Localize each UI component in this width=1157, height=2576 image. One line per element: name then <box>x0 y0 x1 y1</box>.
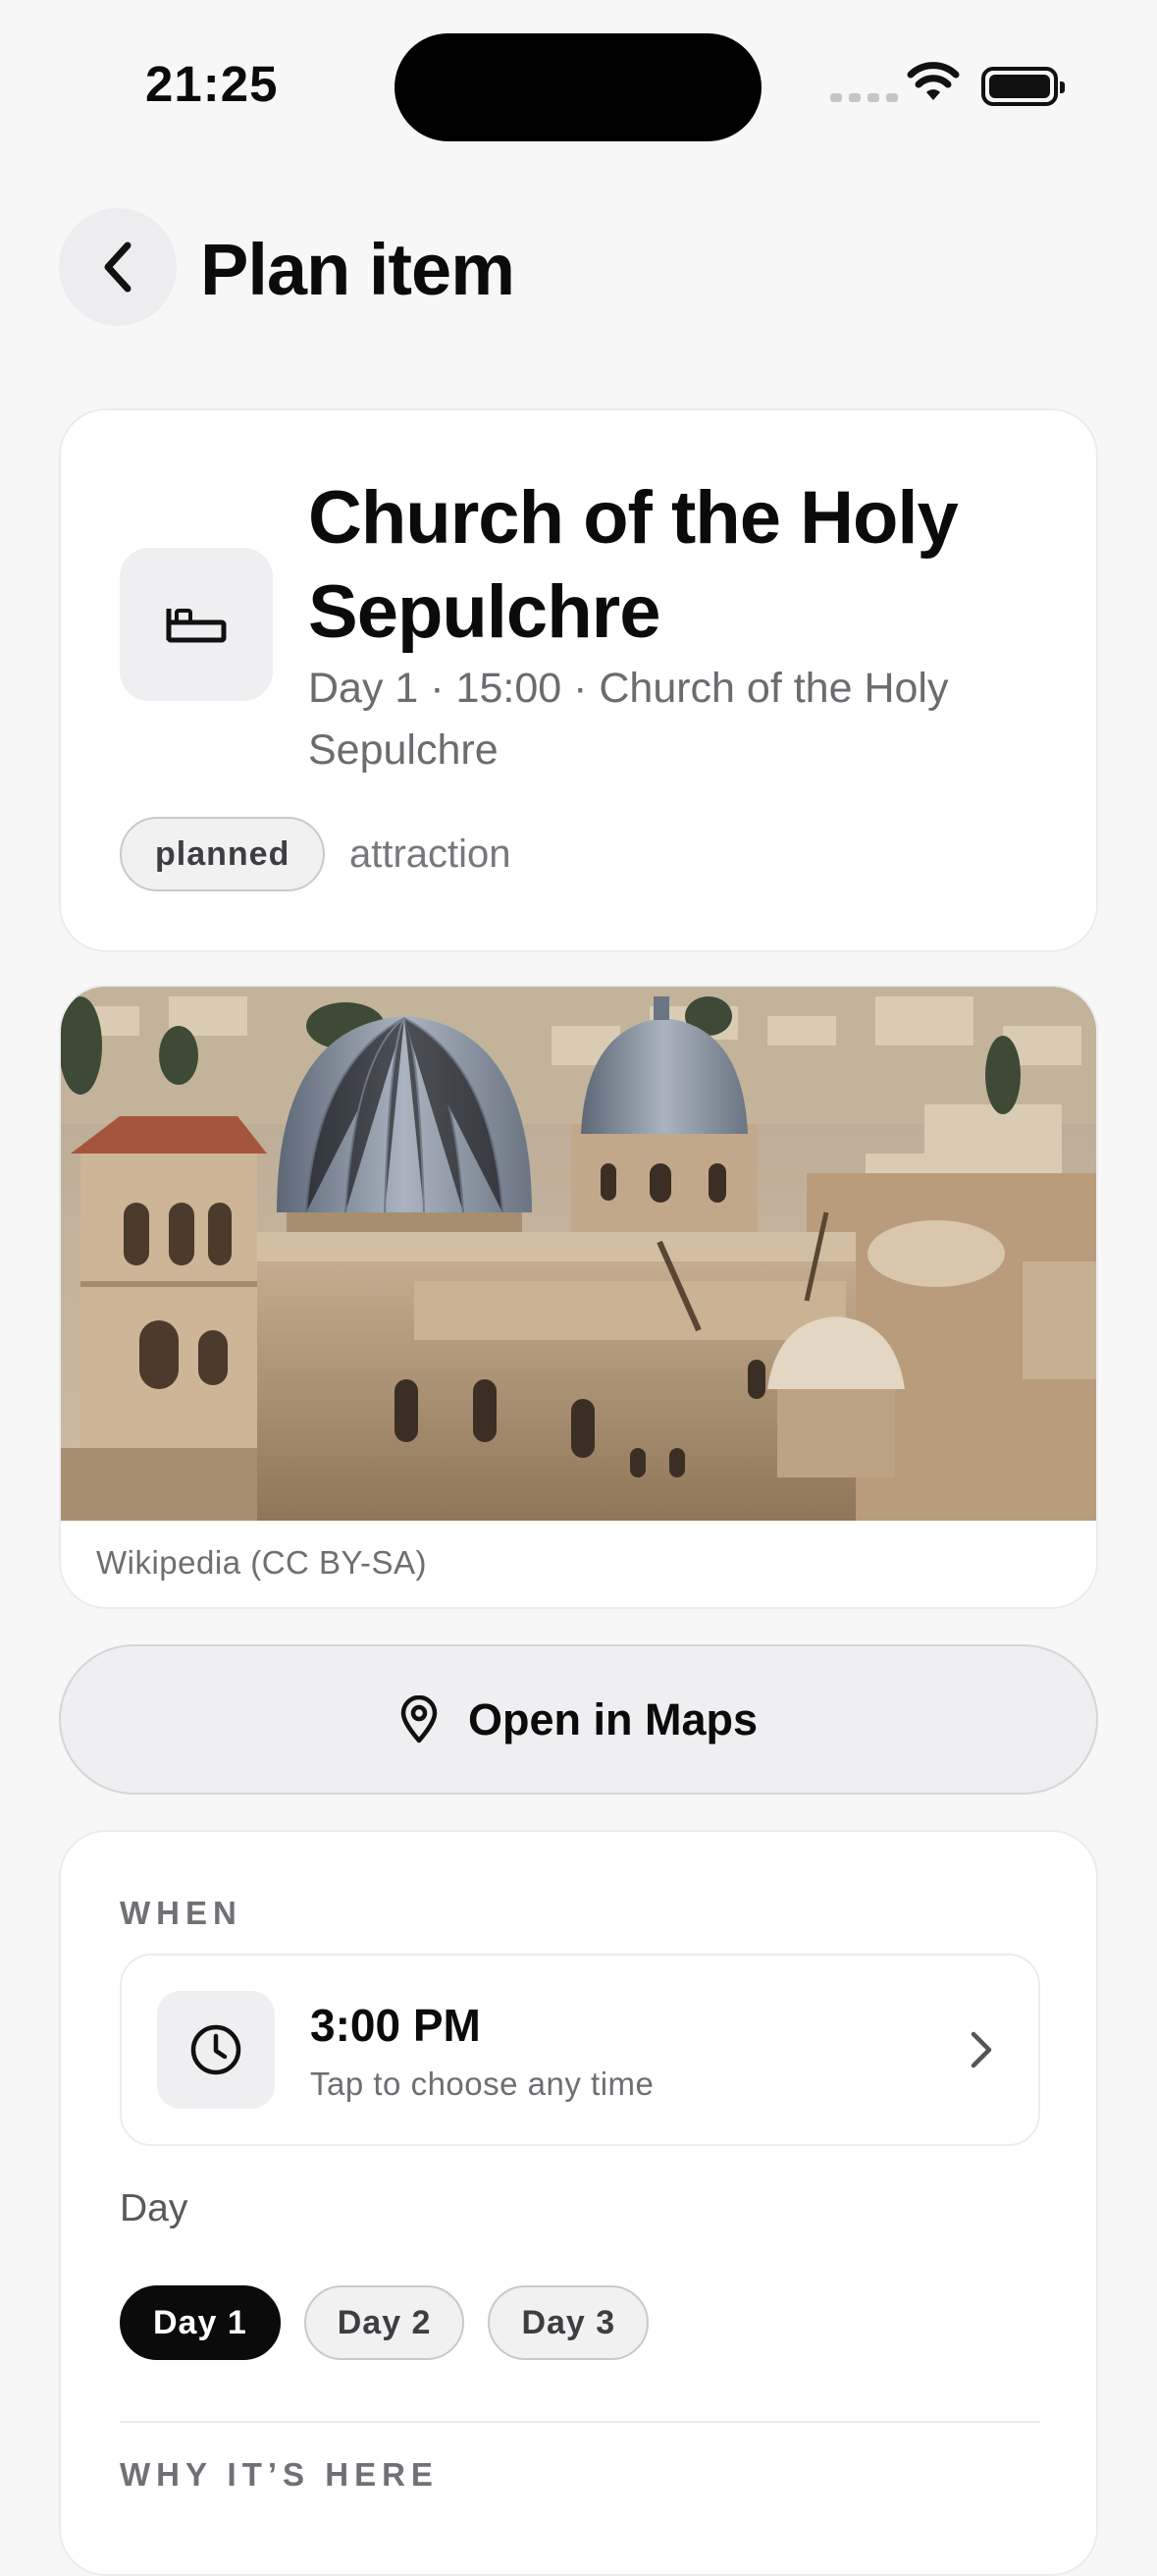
day-selector: Day 1 Day 2 Day 3 <box>120 2285 650 2360</box>
back-button[interactable] <box>59 208 177 326</box>
clock-icon-box <box>157 1991 275 2109</box>
wifi-icon <box>907 62 960 100</box>
cellular-signal-icon <box>830 93 898 102</box>
status-time: 21:25 <box>145 56 279 112</box>
day-chip-2[interactable]: Day 2 <box>303 2285 465 2360</box>
dynamic-island <box>394 33 762 141</box>
status-badge: planned <box>120 817 326 891</box>
status-bar: 21:25 <box>0 0 1157 167</box>
time-value: 3:00 PM <box>310 2000 481 2051</box>
time-hint: Tap to choose any time <box>310 2066 655 2102</box>
place-subtitle: Day 1 · 15:00 · Church of the Holy Sepul… <box>308 665 949 774</box>
open-in-maps-button[interactable]: Open in Maps <box>59 1644 1098 1795</box>
day-label: Day <box>120 2187 188 2229</box>
map-pin-icon <box>400 1694 438 1743</box>
when-card: WHEN 3:00 PM Tap to choose any time Day … <box>59 1830 1098 2576</box>
day-chip-3[interactable]: Day 3 <box>488 2285 650 2360</box>
open-in-maps-label: Open in Maps <box>467 1693 759 1744</box>
chevron-right-icon <box>971 2031 992 2068</box>
when-section-label: WHEN <box>120 1895 242 1931</box>
photo-card: Wikipedia (CC BY-SA) <box>59 985 1098 1609</box>
photo-credit[interactable]: Wikipedia (CC BY-SA) <box>96 1544 427 1582</box>
place-photo[interactable] <box>61 987 1098 1521</box>
why-section-label: WHY IT’S HERE <box>120 2456 439 2493</box>
divider <box>120 2421 1040 2423</box>
category-icon-box <box>120 548 273 701</box>
bed-icon <box>166 609 227 643</box>
nav-bar: Plan item <box>0 206 1157 334</box>
category-label: attraction <box>349 832 511 876</box>
battery-icon <box>981 67 1065 106</box>
clock-icon <box>190 2024 241 2075</box>
place-title: Church of the Holy Sepulchre <box>308 476 959 654</box>
plan-item-header-card: Church of the Holy Sepulchre Day 1 · 15:… <box>59 408 1098 952</box>
chevron-left-icon <box>104 242 131 293</box>
time-picker-row[interactable]: 3:00 PM Tap to choose any time <box>120 1954 1040 2146</box>
page-title: Plan item <box>200 229 515 310</box>
day-chip-1[interactable]: Day 1 <box>120 2285 281 2360</box>
